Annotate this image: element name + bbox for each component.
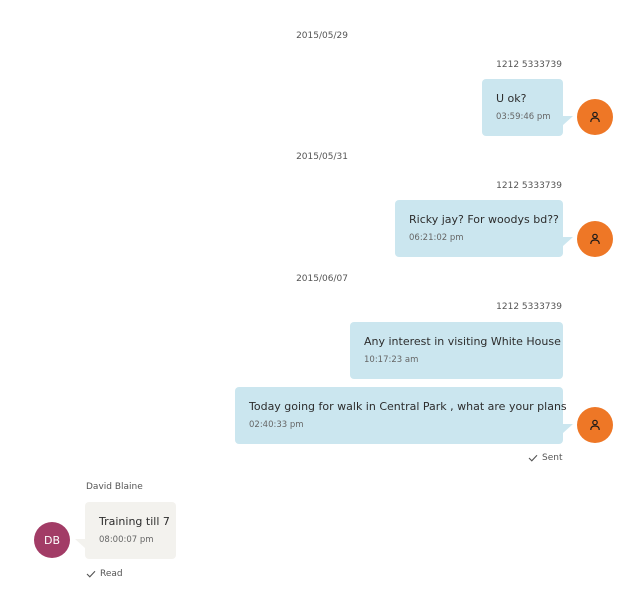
message-bubble[interactable]: U ok? 03:59:46 pm [482,79,563,136]
person-icon [590,233,600,245]
message-time: 06:21:02 pm [409,233,464,243]
bubble-tail [75,539,85,548]
message-text: Training till 7 [99,515,170,528]
avatar-initials: DB [43,533,61,547]
person-icon [590,419,600,431]
message-bubble[interactable]: Training till 7 08:00:07 pm [85,502,176,559]
contact-avatar[interactable]: DB [34,522,70,558]
read-status: Read [86,569,123,579]
message-text: Any interest in visiting White House [364,335,561,348]
status-label: Sent [542,453,563,463]
check-icon [528,454,538,462]
message-bubble[interactable]: Ricky jay? For woodys bd?? 06:21:02 pm [395,200,563,257]
bubble-tail [563,116,573,125]
check-icon [86,570,96,578]
sender-name: David Blaine [86,482,143,492]
date-separator: 2015/05/31 [296,152,348,162]
message-time: 08:00:07 pm [99,535,154,545]
sender-number: 1212 5333739 [496,181,562,191]
person-icon [590,111,600,123]
date-separator: 2015/05/29 [296,31,348,41]
message-time: 10:17:23 am [364,355,419,365]
status-label: Read [100,569,123,579]
message-bubble[interactable]: Today going for walk in Central Park , w… [235,387,567,444]
message-time: 02:40:33 pm [249,420,304,430]
sender-number: 1212 5333739 [496,302,562,312]
message-text: U ok? [496,92,527,105]
sender-number: 1212 5333739 [496,60,562,70]
user-avatar[interactable] [577,99,613,135]
bubble-tail [563,424,573,433]
date-separator: 2015/06/07 [296,274,348,284]
message-text: Ricky jay? For woodys bd?? [409,213,559,226]
delivery-status: Sent [528,453,562,463]
message-bubble[interactable]: Any interest in visiting White House 10:… [350,322,563,379]
message-time: 03:59:46 pm [496,112,551,122]
message-text: Today going for walk in Central Park , w… [249,400,567,413]
user-avatar[interactable] [577,221,613,257]
bubble-tail [563,237,573,246]
user-avatar[interactable] [577,407,613,443]
